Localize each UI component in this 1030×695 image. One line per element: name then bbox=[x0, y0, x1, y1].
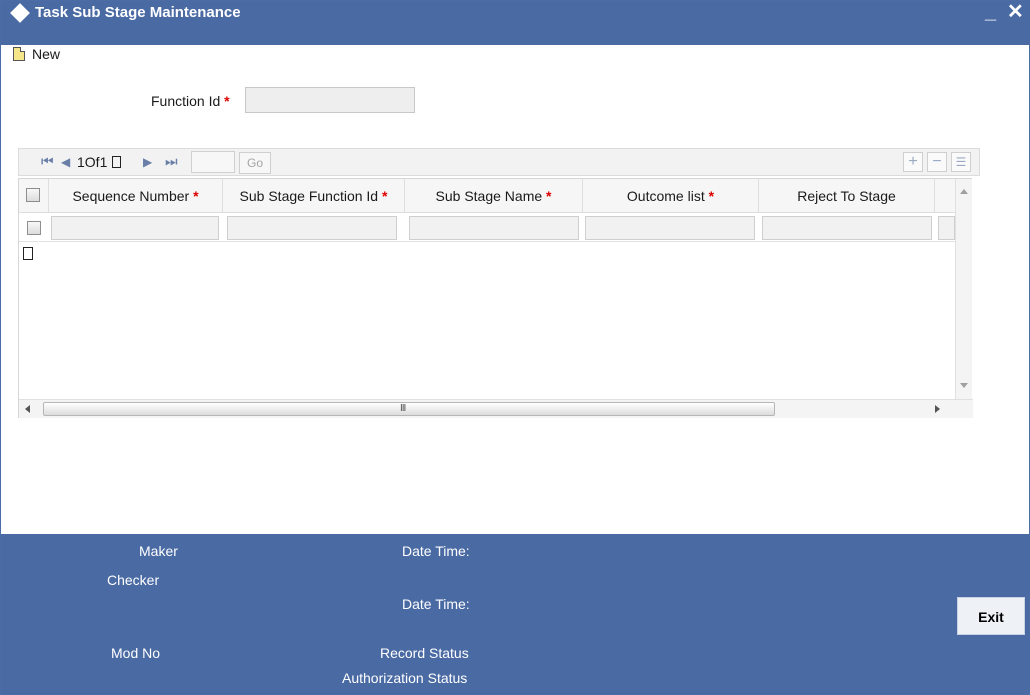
new-button[interactable]: New bbox=[13, 46, 60, 62]
function-id-label: Function Id * bbox=[151, 93, 230, 109]
sub-stage-name-input[interactable] bbox=[409, 216, 579, 240]
minimize-button[interactable]: _ bbox=[985, 1, 996, 23]
header-reject-to-stage: Reject To Stage bbox=[759, 179, 935, 213]
row-placeholder-box bbox=[23, 247, 33, 260]
sub-stage-function-id-input[interactable] bbox=[227, 216, 397, 240]
vertical-scrollbar[interactable] bbox=[955, 179, 972, 399]
header-sub-stage-name: Sub Stage Name * bbox=[405, 179, 583, 213]
view-row-button[interactable]: ☰ bbox=[951, 152, 971, 172]
record-status-label: Record Status bbox=[380, 645, 469, 661]
scroll-right-icon[interactable] bbox=[935, 405, 940, 413]
window-title: Task Sub Stage Maintenance bbox=[35, 4, 241, 21]
title-bar: Task Sub Stage Maintenance _ ✕ bbox=[1, 1, 1029, 45]
maker-date-time-label: Date Time: bbox=[402, 543, 470, 559]
horizontal-scrollbar[interactable]: III bbox=[19, 399, 973, 418]
row-checkbox[interactable] bbox=[27, 221, 41, 235]
audit-footer: Maker Checker Date Time: Date Time: Mod … bbox=[1, 534, 1029, 694]
header-sub-stage-function-id: Sub Stage Function Id * bbox=[223, 179, 405, 213]
grid-pager: ⏮ ◀ 1Of1 ▶ ⏭ Go + − ☰ bbox=[18, 148, 980, 176]
next-page-icon[interactable]: ▶ bbox=[143, 155, 152, 169]
new-button-label: New bbox=[32, 46, 61, 62]
scroll-left-icon[interactable] bbox=[25, 405, 30, 413]
header-sequence-number: Sequence Number * bbox=[49, 179, 223, 213]
scroll-down-icon[interactable] bbox=[960, 383, 968, 388]
checker-label: Checker bbox=[107, 572, 160, 588]
page-indicator: 1Of1 bbox=[77, 154, 122, 170]
add-row-button[interactable]: + bbox=[903, 152, 923, 172]
sub-stage-grid: Sequence Number * Sub Stage Function Id … bbox=[18, 178, 973, 418]
page-number-input[interactable] bbox=[191, 151, 235, 173]
outcome-list-input[interactable] bbox=[585, 216, 755, 240]
horizontal-scroll-thumb[interactable]: III bbox=[43, 402, 775, 416]
close-button[interactable]: ✕ bbox=[1007, 1, 1024, 23]
scroll-grip: III bbox=[400, 403, 406, 414]
page-box-icon bbox=[112, 156, 122, 168]
delete-row-button[interactable]: − bbox=[927, 152, 947, 172]
first-page-icon[interactable]: ⏮ bbox=[41, 153, 54, 170]
maker-label: Maker bbox=[139, 543, 178, 559]
authorization-status-label: Authorization Status bbox=[342, 670, 468, 686]
go-button[interactable]: Go bbox=[239, 152, 271, 174]
exit-button[interactable]: Exit bbox=[957, 597, 1025, 635]
task-sub-stage-window: Task Sub Stage Maintenance _ ✕ New Funct… bbox=[0, 0, 1030, 695]
header-outcome-list: Outcome list * bbox=[583, 179, 759, 213]
mod-no-label: Mod No bbox=[111, 645, 161, 661]
next-column-input[interactable] bbox=[938, 216, 955, 240]
required-marker: * bbox=[224, 93, 230, 109]
checker-date-time-label: Date Time: bbox=[402, 596, 470, 612]
new-document-icon bbox=[13, 47, 25, 61]
sequence-number-input[interactable] bbox=[51, 216, 219, 240]
select-all-checkbox[interactable] bbox=[26, 188, 40, 202]
reject-to-stage-input[interactable] bbox=[762, 216, 932, 240]
app-diamond-icon bbox=[10, 3, 30, 23]
function-id-input[interactable] bbox=[245, 87, 415, 113]
toolbar: New bbox=[1, 45, 1029, 67]
grid-header: Sequence Number * Sub Stage Function Id … bbox=[19, 179, 955, 213]
header-select-all-cell bbox=[19, 179, 49, 213]
scroll-up-icon[interactable] bbox=[960, 189, 968, 194]
previous-page-icon[interactable]: ◀ bbox=[61, 155, 70, 169]
last-page-icon[interactable]: ⏭ bbox=[165, 153, 178, 170]
table-row bbox=[19, 214, 955, 242]
